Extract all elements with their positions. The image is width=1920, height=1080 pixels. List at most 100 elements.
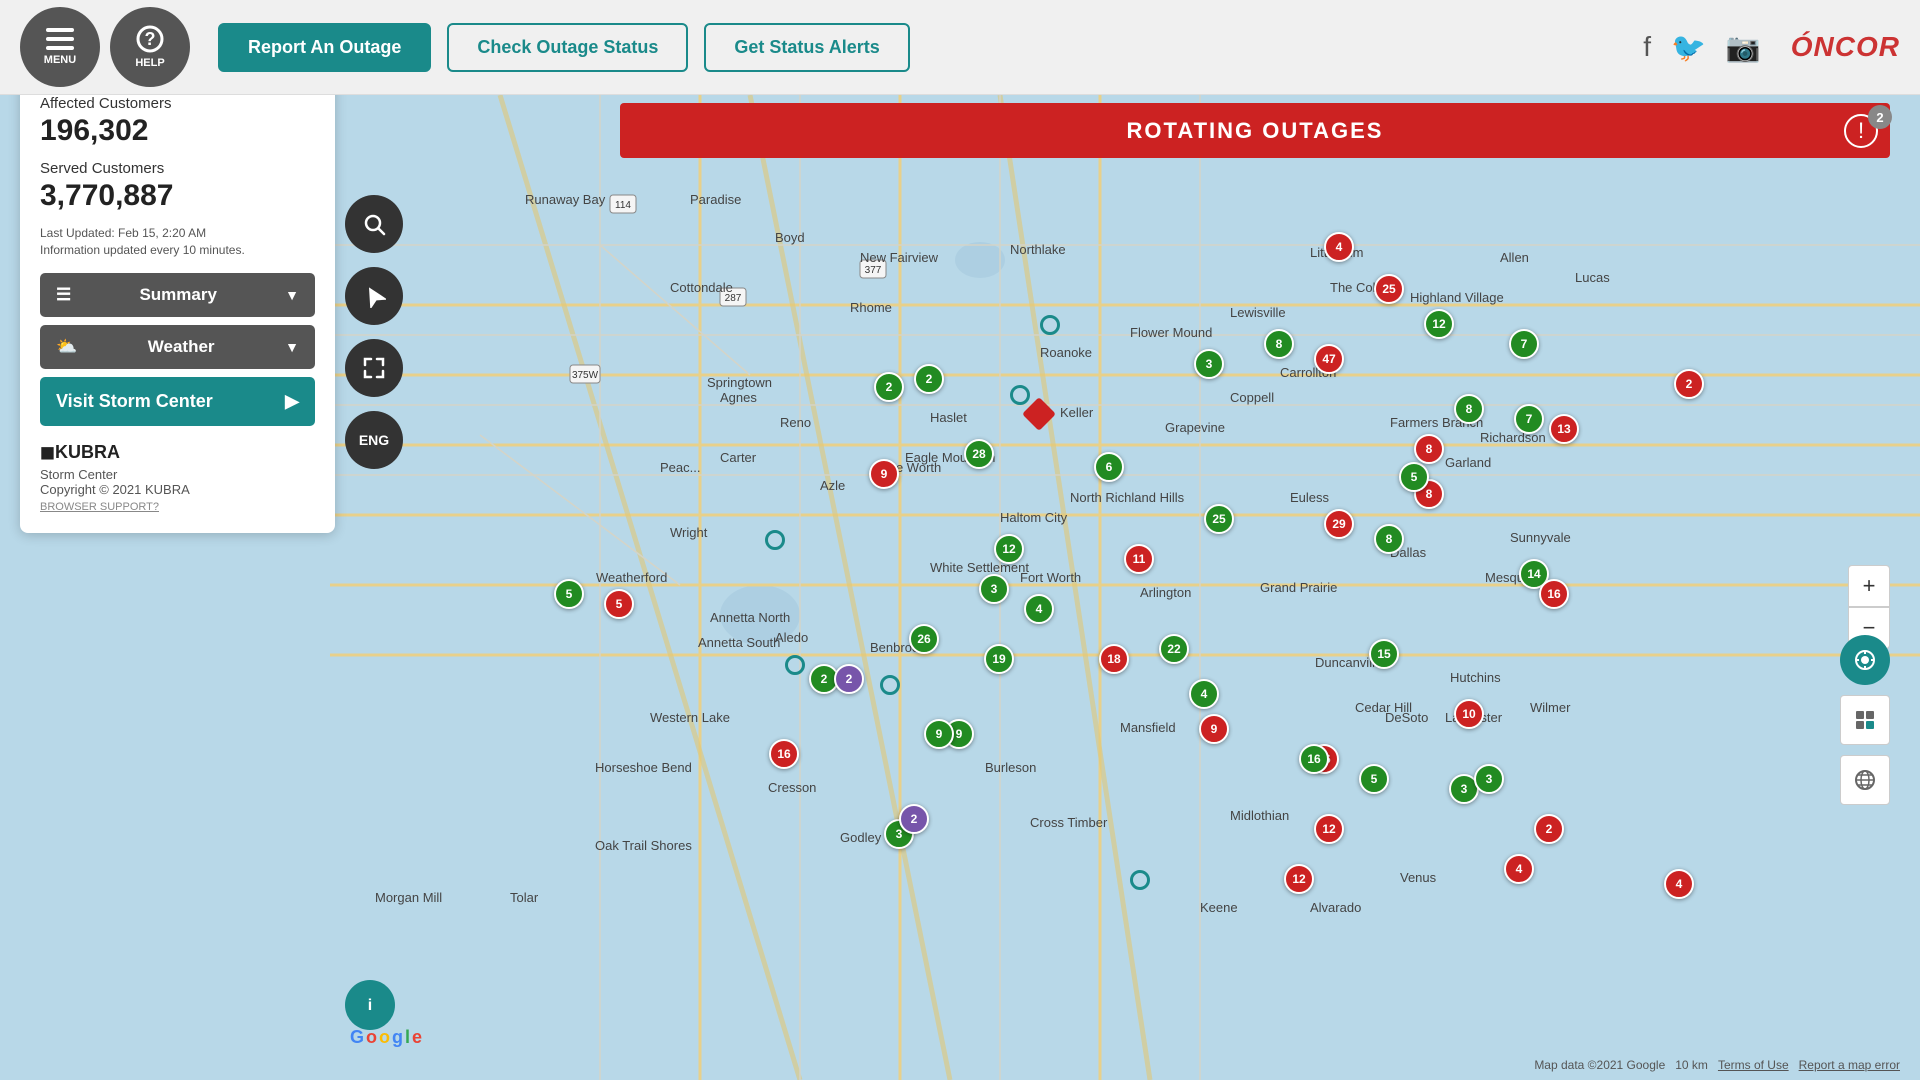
svg-text:287: 287: [725, 293, 742, 304]
help-button[interactable]: ? HELP: [110, 7, 190, 87]
map-label: Grand Prairie: [1260, 580, 1337, 595]
map-marker[interactable]: 2: [874, 372, 904, 402]
map-marker[interactable]: 12: [1314, 814, 1344, 844]
map-marker[interactable]: 2: [834, 664, 864, 694]
map-marker[interactable]: 12: [1284, 864, 1314, 894]
map-marker[interactable]: 19: [984, 644, 1014, 674]
map-marker[interactable]: 2: [914, 364, 944, 394]
map-marker[interactable]: 9: [924, 719, 954, 749]
map-view-button[interactable]: [1840, 695, 1890, 745]
map-marker[interactable]: 15: [1369, 639, 1399, 669]
map-label: Aledo: [775, 630, 808, 645]
map-marker[interactable]: 7: [1514, 404, 1544, 434]
map-label: Cottondale: [670, 280, 733, 295]
copyright-text: Copyright © 2021 KUBRA: [40, 482, 315, 497]
map-marker-teal[interactable]: [1010, 385, 1030, 405]
map-marker[interactable]: 13: [1549, 414, 1579, 444]
map-marker[interactable]: 22: [1159, 634, 1189, 664]
map-marker[interactable]: 4: [1504, 854, 1534, 884]
map-marker[interactable]: 4: [1024, 594, 1054, 624]
map-label: Allen: [1500, 250, 1529, 265]
map-marker-teal[interactable]: [1040, 315, 1060, 335]
summary-label: Summary: [139, 285, 216, 305]
map-marker[interactable]: 5: [554, 579, 584, 609]
twitter-icon[interactable]: 🐦: [1671, 31, 1706, 64]
svg-text:375W: 375W: [572, 370, 599, 381]
map-marker[interactable]: 10: [1454, 699, 1484, 729]
weather-section-button[interactable]: ⛅ Weather ▼: [40, 325, 315, 369]
map-marker[interactable]: 3: [979, 574, 1009, 604]
map-marker[interactable]: 5: [1399, 462, 1429, 492]
map-marker[interactable]: 9: [1199, 714, 1229, 744]
map-marker[interactable]: 4: [1664, 869, 1694, 899]
map-marker[interactable]: 2: [1534, 814, 1564, 844]
instagram-icon[interactable]: 📷: [1726, 31, 1761, 64]
map-marker[interactable]: 18: [1099, 644, 1129, 674]
map-label: Cresson: [768, 780, 816, 795]
map-marker[interactable]: 5: [604, 589, 634, 619]
map-marker[interactable]: 16: [1299, 744, 1329, 774]
map-marker[interactable]: 4: [1324, 232, 1354, 262]
map-marker[interactable]: 29: [1324, 509, 1354, 539]
report-outage-button[interactable]: Report An Outage: [218, 23, 431, 72]
check-outage-button[interactable]: Check Outage Status: [447, 23, 688, 72]
map-label: Euless: [1290, 490, 1329, 505]
map-marker[interactable]: 4: [1189, 679, 1219, 709]
info-button[interactable]: i: [345, 980, 395, 1030]
map-marker[interactable]: 7: [1509, 329, 1539, 359]
map-marker[interactable]: 3: [1474, 764, 1504, 794]
map-marker[interactable]: 11: [1124, 544, 1154, 574]
map-marker[interactable]: 12: [1424, 309, 1454, 339]
map-marker[interactable]: 25: [1374, 274, 1404, 304]
served-customers-label: Served Customers: [40, 160, 315, 177]
terms-of-use[interactable]: Terms of Use: [1718, 1058, 1789, 1072]
map-marker[interactable]: 16: [1539, 579, 1569, 609]
map-marker[interactable]: 2: [899, 804, 929, 834]
svg-text:377: 377: [865, 265, 882, 276]
zoom-in-button[interactable]: +: [1848, 565, 1890, 607]
report-map-error[interactable]: Report a map error: [1799, 1058, 1900, 1072]
map-data-credit: Map data ©2021 Google: [1534, 1058, 1665, 1072]
fullscreen-button[interactable]: [345, 339, 403, 397]
map-marker[interactable]: 8: [1264, 329, 1294, 359]
map-label: Reno: [780, 415, 811, 430]
browser-support-link[interactable]: BROWSER SUPPORT?: [40, 501, 315, 513]
menu-button[interactable]: MENU: [20, 7, 100, 87]
map-label: Azle: [820, 478, 845, 493]
map-marker[interactable]: 8: [1454, 394, 1484, 424]
map-marker-teal[interactable]: [785, 655, 805, 675]
map-marker[interactable]: 25: [1204, 504, 1234, 534]
map-marker[interactable]: 2: [1674, 369, 1704, 399]
map-marker[interactable]: 5: [1359, 764, 1389, 794]
language-button[interactable]: ENG: [345, 411, 403, 469]
map-marker[interactable]: 6: [1094, 452, 1124, 482]
facebook-icon[interactable]: f: [1643, 31, 1651, 64]
map-label: Oak Trail Shores: [595, 838, 692, 853]
map-marker[interactable]: 3: [1194, 349, 1224, 379]
map-marker[interactable]: 47: [1314, 344, 1344, 374]
map-marker[interactable]: 28: [964, 439, 994, 469]
storm-center-label: Visit Storm Center: [56, 391, 213, 412]
locate-button[interactable]: [345, 267, 403, 325]
map-marker[interactable]: 9: [869, 459, 899, 489]
map-label: New Fairview: [860, 250, 938, 265]
map-marker-teal[interactable]: [765, 530, 785, 550]
map-marker[interactable]: 16: [769, 739, 799, 769]
map-marker-teal[interactable]: [880, 675, 900, 695]
banner-text: ROTATING OUTAGES: [1127, 118, 1384, 144]
outage-layers-button[interactable]: [1840, 635, 1890, 685]
map-marker[interactable]: 26: [909, 624, 939, 654]
summary-section-button[interactable]: ☰ Summary ▼: [40, 273, 315, 317]
map-marker-teal[interactable]: [1130, 870, 1150, 890]
map-label: Weatherford: [596, 570, 667, 585]
map-marker[interactable]: 8: [1374, 524, 1404, 554]
globe-button[interactable]: [1840, 755, 1890, 805]
search-map-button[interactable]: [345, 195, 403, 253]
map-marker-diamond[interactable]: [1022, 397, 1056, 431]
map-marker[interactable]: 12: [994, 534, 1024, 564]
get-alerts-button[interactable]: Get Status Alerts: [704, 23, 909, 72]
map-marker[interactable]: 8: [1414, 434, 1444, 464]
header: MENU ? HELP Report An Outage Check Outag…: [0, 0, 1920, 95]
map-label: Annetta North: [710, 610, 790, 625]
visit-storm-center-button[interactable]: Visit Storm Center ▶: [40, 377, 315, 426]
